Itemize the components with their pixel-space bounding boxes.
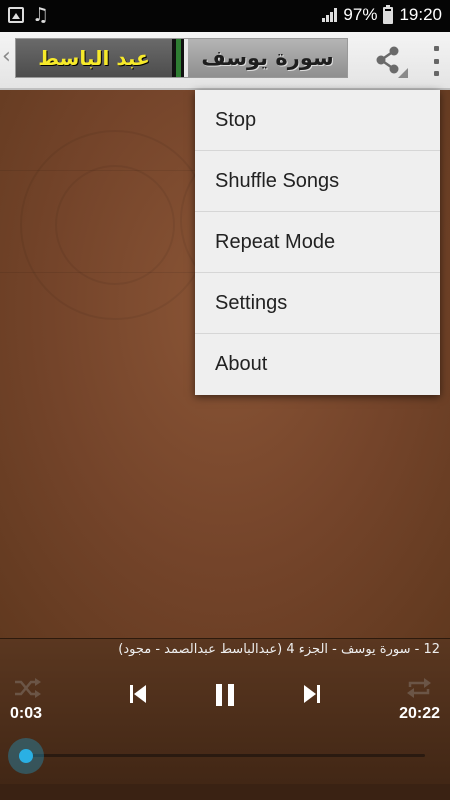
menu-item-stop[interactable]: Stop <box>195 90 440 151</box>
menu-item-shuffle-songs[interactable]: Shuffle Songs <box>195 151 440 212</box>
total-duration: 20:22 <box>399 705 440 722</box>
seek-bar-thumb[interactable] <box>8 738 44 774</box>
share-icon[interactable] <box>372 44 408 78</box>
seek-bar-track[interactable] <box>25 754 425 757</box>
menu-item-repeat-mode[interactable]: Repeat Mode <box>195 212 440 273</box>
signal-icon <box>322 8 338 22</box>
elapsed-time: 0:03 <box>10 705 43 722</box>
repeat-icon[interactable] <box>404 675 434 701</box>
logo-reciter-text: عبد الباسط <box>38 46 150 70</box>
next-icon[interactable] <box>300 681 324 707</box>
clock: 19:20 <box>399 5 442 24</box>
overflow-menu: Stop Shuffle Songs Repeat Mode Settings … <box>195 90 440 395</box>
overflow-menu-icon[interactable] <box>430 46 442 76</box>
battery-icon <box>383 4 394 24</box>
app-logo: عبد الباسط سورة يوسف <box>15 38 348 78</box>
logo-stripes <box>172 39 188 77</box>
shuffle-icon[interactable] <box>12 675 42 701</box>
player-bottom-edge <box>0 784 450 800</box>
back-chevron-icon[interactable]: ‹ <box>2 44 11 69</box>
image-notification-icon <box>8 7 24 23</box>
previous-icon[interactable] <box>126 681 150 707</box>
player-bar: 12 - سورة يوسف - الجزء 4 (عبدالباسط عبدا… <box>0 638 450 800</box>
track-title: 12 - سورة يوسف - الجزء 4 (عبدالباسط عبدا… <box>118 642 440 657</box>
logo-surah-text: سورة يوسف <box>201 46 334 70</box>
menu-item-settings[interactable]: Settings <box>195 273 440 334</box>
menu-item-about[interactable]: About <box>195 334 440 395</box>
pause-icon[interactable] <box>212 681 238 709</box>
music-note-icon: ♫ <box>32 4 50 26</box>
battery-percent: 97% <box>343 5 378 24</box>
action-bar: ‹ عبد الباسط سورة يوسف <box>0 32 450 90</box>
status-bar: ♫ 97% 19:20 <box>0 0 450 32</box>
